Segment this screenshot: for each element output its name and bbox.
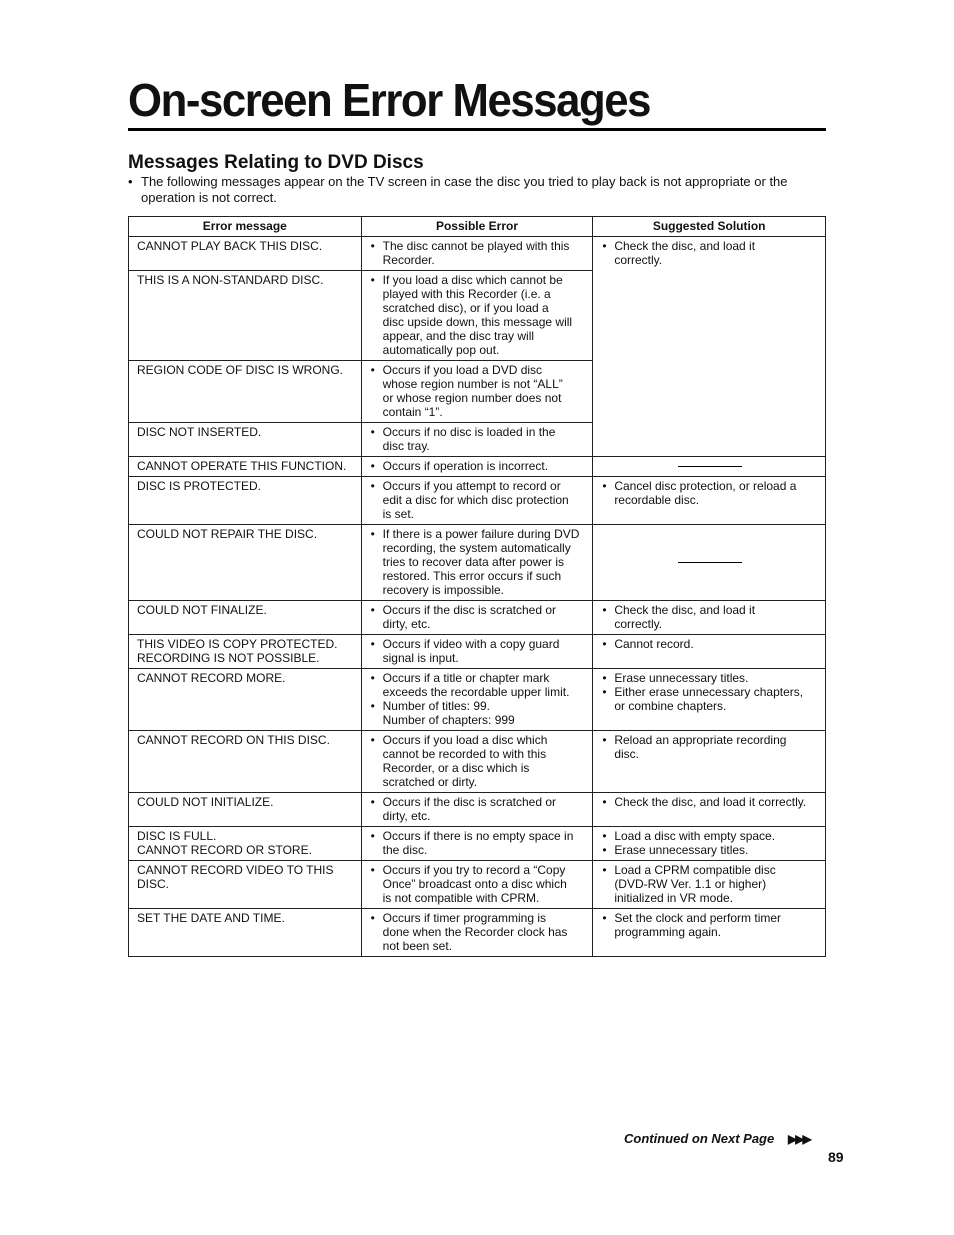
suggested-solution-item: Erase unnecessary titles. — [601, 671, 819, 685]
error-message-cell: THIS IS A NON-STANDARD DISC. — [128, 270, 362, 361]
table-row: CANNOT PLAY BACK THIS DISC. The disc cann… — [128, 236, 826, 457]
possible-error-item: Occurs if a title or chapter mark exceed… — [370, 671, 587, 699]
possible-error-item: Occurs if video with a copy guard signal… — [370, 637, 587, 665]
suggested-solution-item: Check the disc, and load it correctly. — [601, 239, 819, 267]
header-error-message: Error message — [128, 216, 362, 237]
header-possible-error: Possible Error — [360, 216, 594, 237]
possible-error-item: Occurs if you attempt to record or edit … — [370, 479, 587, 521]
suggested-solution-item: Reload an appropriate recording disc. — [601, 733, 819, 761]
table-row: SET THE DATE AND TIME.Occurs if timer pr… — [128, 908, 826, 957]
table-row: DISC IS PROTECTED.Occurs if you attempt … — [128, 476, 826, 525]
table-row: CANNOT RECORD VIDEO TO THIS DISC.Occurs … — [128, 860, 826, 909]
error-message-cell: COULD NOT FINALIZE. — [128, 600, 362, 635]
error-message-cell: CANNOT RECORD ON THIS DISC. — [128, 730, 362, 793]
suggested-solution-cell: Check the disc, and load it correctly. — [592, 792, 826, 827]
possible-error-item: Occurs if you try to record a “Copy Once… — [370, 863, 587, 905]
table-row: CANNOT RECORD MORE. Occurs if a title or … — [128, 668, 826, 731]
possible-error-cell: Occurs if the disc is scratched or dirty… — [360, 792, 594, 827]
suggested-solution-cell: Cannot record. — [592, 634, 826, 669]
section-title: Messages Relating to DVD Discs — [128, 152, 424, 173]
header-suggested-solution: Suggested Solution — [592, 216, 826, 237]
intro-paragraph: • The following messages appear on the T… — [128, 174, 828, 206]
continued-note: Continued on Next Page — [624, 1131, 775, 1146]
suggested-solution-cell: Cancel disc protection, or reload a reco… — [592, 476, 826, 525]
suggested-solution-item: Cannot record. — [601, 637, 819, 651]
error-message-cell: DISC NOT INSERTED. — [128, 422, 362, 457]
page-title: On-screen Error Messages — [128, 74, 651, 126]
possible-error-item: Occurs if the disc is scratched or dirty… — [370, 603, 587, 631]
possible-error-cell: Occurs if there is no empty space in the… — [360, 826, 594, 861]
table-header-row: Error message Possible Error Suggested S… — [128, 216, 826, 237]
possible-error-cell: Occurs if the disc is scratched or dirty… — [360, 600, 594, 635]
table-body: CANNOT PLAY BACK THIS DISC. The disc cann… — [128, 236, 826, 957]
next-page-arrows-icon: ▶▶▶ — [788, 1132, 812, 1146]
possible-error-item: Occurs if the disc is scratched or dirty… — [370, 795, 587, 823]
possible-error-item: Occurs if operation is incorrect. — [370, 459, 587, 473]
no-solution-dash — [678, 562, 743, 564]
error-message-cell: CANNOT RECORD VIDEO TO THIS DISC. — [128, 860, 362, 909]
suggested-solution-item: Check the disc, and load it correctly. — [601, 603, 819, 631]
error-messages-table: Error message Possible Error Suggested S… — [128, 216, 826, 957]
possible-error-item: Occurs if you load a DVD disc whose regi… — [370, 363, 587, 419]
error-message-cell: CANNOT PLAY BACK THIS DISC. — [128, 236, 362, 271]
bullet-icon: • — [128, 174, 133, 189]
error-message-cell: REGION CODE OF DISC IS WRONG. — [128, 360, 362, 423]
possible-error-cell: Occurs if you try to record a “Copy Once… — [360, 860, 594, 909]
possible-error-cell: Occurs if video with a copy guard signal… — [360, 634, 594, 669]
error-message-cell: COULD NOT INITIALIZE. — [128, 792, 362, 827]
table-row: CANNOT OPERATE THIS FUNCTION. Occurs if o… — [128, 456, 826, 477]
suggested-solution-item: Set the clock and perform timer programm… — [601, 911, 819, 939]
possible-error-cell: Occurs if no disc is loaded in the disc … — [360, 422, 594, 457]
title-divider — [128, 128, 826, 131]
suggested-solution-item: Check the disc, and load it correctly. — [601, 795, 819, 809]
table-row: COULD NOT FINALIZE. Occurs if the disc is… — [128, 600, 826, 635]
possible-error-item: Number of titles: 99. Number of chapters… — [370, 699, 587, 727]
table-row: CANNOT RECORD ON THIS DISC.Occurs if you… — [128, 730, 826, 793]
suggested-solution-cell — [592, 524, 826, 601]
suggested-solution-cell: Set the clock and perform timer programm… — [592, 908, 826, 957]
suggested-solution-cell: Erase unnecessary titles.Either erase un… — [592, 668, 826, 731]
suggested-solution-item: Load a disc with empty space. — [601, 829, 819, 843]
error-message-cell: DISC IS PROTECTED. — [128, 476, 362, 525]
table-row: COULD NOT INITIALIZE. Occurs if the disc … — [128, 792, 826, 827]
possible-error-cell: If you load a disc which cannot be playe… — [360, 270, 594, 361]
suggested-solution-item: Cancel disc protection, or reload a reco… — [601, 479, 819, 507]
possible-error-cell: Occurs if you load a disc which cannot b… — [360, 730, 594, 793]
possible-error-item: Occurs if there is no empty space in the… — [370, 829, 587, 857]
suggested-solution-item: Erase unnecessary titles. — [601, 843, 819, 857]
suggested-solution-cell: Reload an appropriate recording disc. — [592, 730, 826, 793]
possible-error-cell: Occurs if operation is incorrect. — [360, 456, 594, 477]
suggested-solution-cell: Check the disc, and load it correctly. — [592, 236, 826, 457]
possible-error-cell: Occurs if you attempt to record or edit … — [360, 476, 594, 525]
intro-text: The following messages appear on the TV … — [141, 174, 788, 205]
possible-error-item: Occurs if you load a disc which cannot b… — [370, 733, 587, 789]
suggested-solution-cell: Load a CPRM compatible disc (DVD-RW Ver.… — [592, 860, 826, 909]
table-row: DISC IS FULL. CANNOT RECORD OR STORE. Occ… — [128, 826, 826, 861]
table-row: COULD NOT REPAIR THE DISC.If there is a … — [128, 524, 826, 601]
possible-error-cell: If there is a power failure during DVD r… — [360, 524, 594, 601]
no-solution-dash — [678, 466, 743, 468]
possible-error-item: Occurs if no disc is loaded in the disc … — [370, 425, 587, 453]
error-message-cell: CANNOT OPERATE THIS FUNCTION. — [128, 456, 362, 477]
error-message-cell: CANNOT RECORD MORE. — [128, 668, 362, 731]
possible-error-item: If there is a power failure during DVD r… — [370, 527, 587, 597]
possible-error-cell: Occurs if timer programming is done when… — [360, 908, 594, 957]
suggested-solution-item: Load a CPRM compatible disc (DVD-RW Ver.… — [601, 863, 819, 905]
error-message-cell: DISC IS FULL. CANNOT RECORD OR STORE. — [128, 826, 362, 861]
suggested-solution-cell: Load a disc with empty space.Erase unnec… — [592, 826, 826, 861]
page-number: 89 — [828, 1149, 844, 1165]
suggested-solution-item: Either erase unnecessary chapters, or co… — [601, 685, 819, 713]
suggested-solution-cell: Check the disc, and load it correctly. — [592, 600, 826, 635]
error-message-cell: THIS VIDEO IS COPY PROTECTED. RECORDING … — [128, 634, 362, 669]
table-row: THIS VIDEO IS COPY PROTECTED. RECORDING … — [128, 634, 826, 669]
suggested-solution-cell — [592, 456, 826, 477]
error-message-cell: COULD NOT REPAIR THE DISC. — [128, 524, 362, 601]
error-message-cell: SET THE DATE AND TIME. — [128, 908, 362, 957]
possible-error-item: Occurs if timer programming is done when… — [370, 911, 587, 953]
possible-error-cell: Occurs if a title or chapter mark exceed… — [360, 668, 594, 731]
possible-error-item: If you load a disc which cannot be playe… — [370, 273, 587, 357]
possible-error-item: The disc cannot be played with this Reco… — [370, 239, 587, 267]
possible-error-cell: Occurs if you load a DVD disc whose regi… — [360, 360, 594, 423]
possible-error-cell: The disc cannot be played with this Reco… — [360, 236, 594, 271]
